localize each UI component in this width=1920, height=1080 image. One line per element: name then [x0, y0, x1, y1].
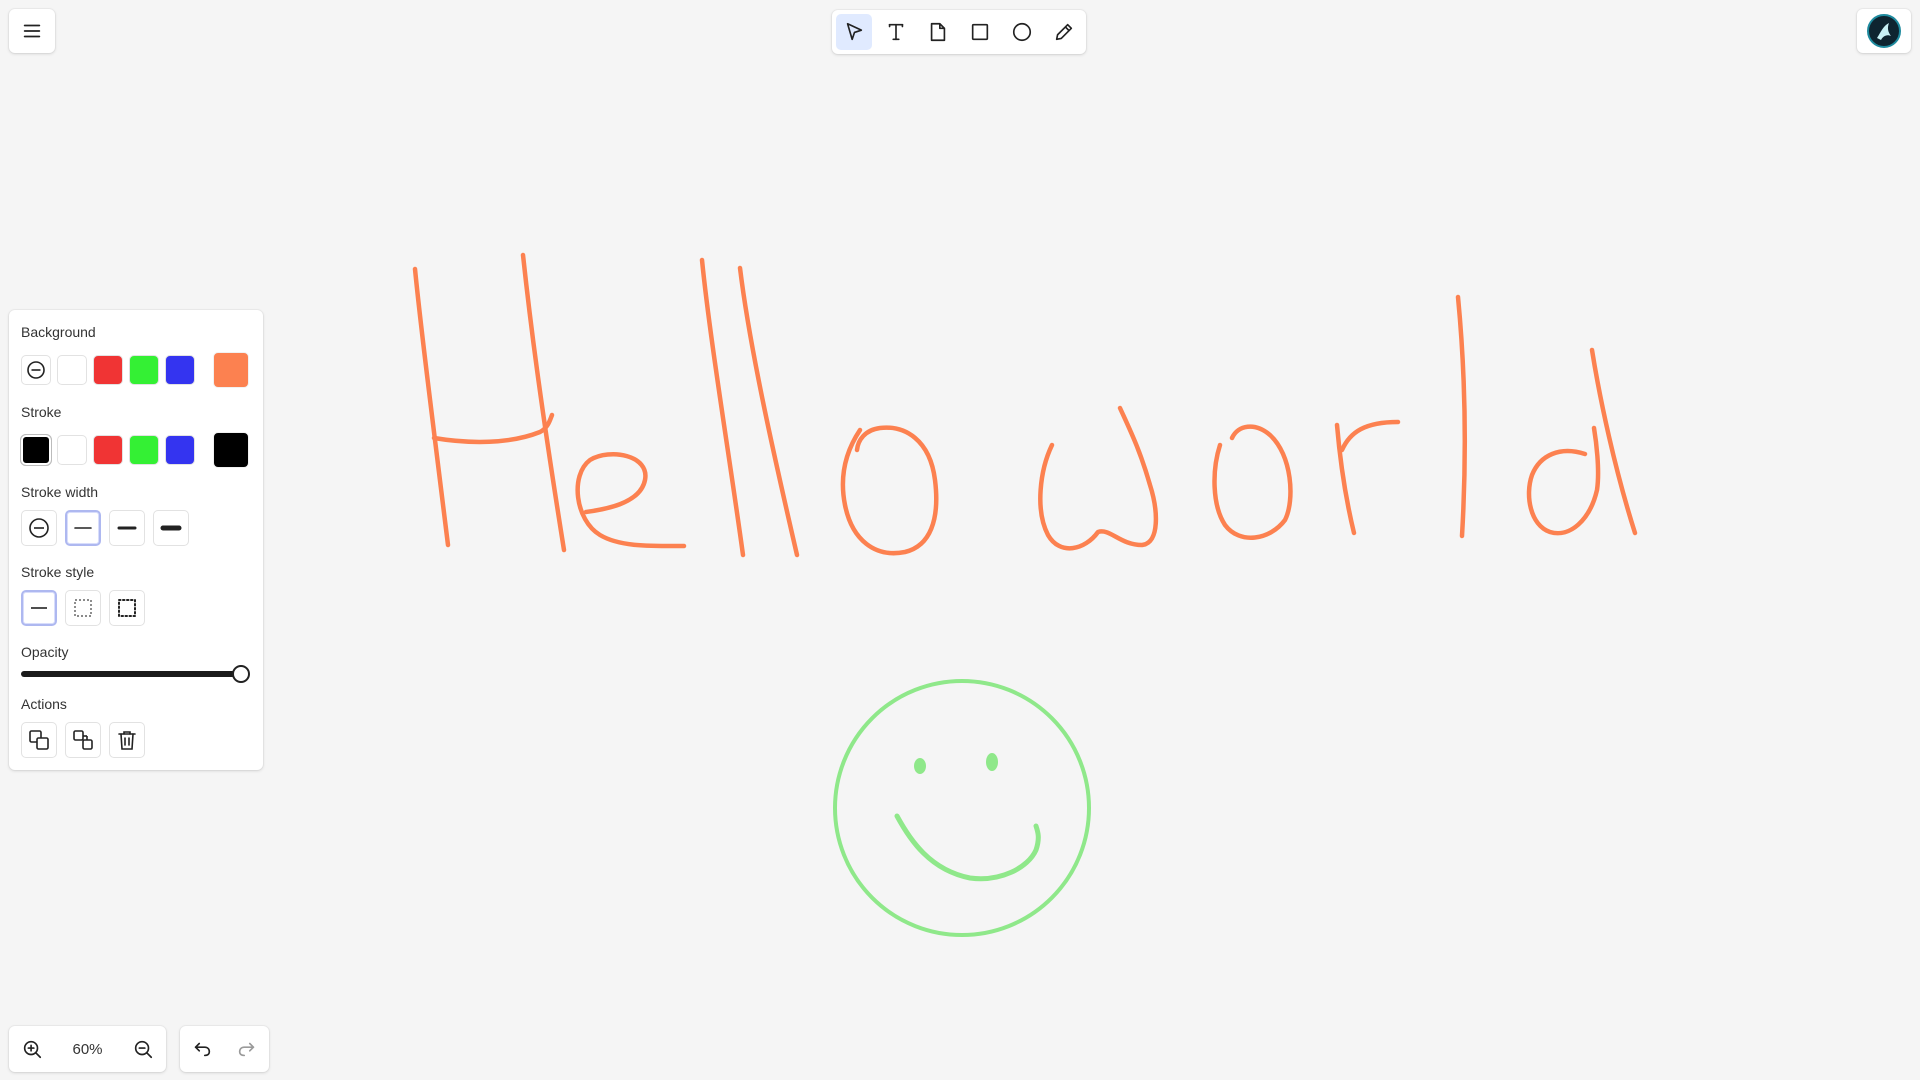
stroke-width-thin[interactable] [65, 510, 101, 546]
send-backward-button[interactable] [65, 722, 101, 758]
background-red-swatch[interactable] [93, 355, 123, 385]
zoom-level[interactable]: 60% [64, 1041, 112, 1058]
opacity-slider[interactable] [21, 665, 250, 683]
stroke-width-thick[interactable] [153, 510, 189, 546]
circle-icon [1012, 22, 1032, 42]
dashed-square-icon [74, 599, 92, 617]
smiley-face-outline[interactable] [833, 679, 1091, 937]
stroke-h-right[interactable] [520, 252, 567, 553]
smiley-left-eye[interactable] [914, 758, 926, 774]
stroke-w[interactable] [1038, 405, 1159, 551]
no-fill-icon [27, 361, 45, 379]
stroke-l3[interactable] [1455, 294, 1468, 539]
tool-rectangle[interactable] [962, 14, 998, 50]
zoom-out-button[interactable] [125, 1031, 161, 1067]
stroke-d-bowl[interactable] [1526, 425, 1601, 536]
tool-draw[interactable] [1046, 14, 1082, 50]
trash-icon [118, 731, 136, 750]
stroke-r-arm[interactable] [1339, 419, 1401, 453]
tool-bar [832, 10, 1086, 54]
tool-ellipse[interactable] [1004, 14, 1040, 50]
stroke-blue-swatch[interactable] [165, 435, 195, 465]
drawing-canvas[interactable] [0, 0, 1920, 1080]
style-properties-panel: Background Stroke Stroke width Stroke st… [9, 310, 263, 770]
note-icon [930, 22, 946, 42]
stroke-style-label: Stroke style [21, 564, 95, 580]
background-current-color[interactable] [213, 352, 249, 388]
stroke-width-options [21, 510, 197, 546]
smiley-mouth[interactable] [894, 813, 1041, 882]
stroke-e[interactable] [575, 452, 687, 549]
thick-line-icon [160, 525, 182, 531]
background-none-swatch[interactable] [21, 355, 51, 385]
hamburger-menu-icon [23, 24, 41, 38]
text-icon [888, 23, 904, 41]
opacity-slider-thumb[interactable] [232, 665, 250, 683]
zoom-in-icon [23, 1040, 42, 1059]
tool-note[interactable] [920, 14, 956, 50]
bring-forward-icon [29, 730, 49, 750]
dotted-square-icon [118, 599, 136, 617]
redo-button[interactable] [229, 1031, 265, 1067]
background-green-swatch[interactable] [129, 355, 159, 385]
stroke-width-medium[interactable] [109, 510, 145, 546]
main-menu-button[interactable] [9, 9, 55, 53]
user-avatar-button[interactable] [1857, 9, 1911, 53]
redo-icon [238, 1042, 254, 1057]
stroke-green-swatch[interactable] [129, 435, 159, 465]
cursor-arrow-icon [846, 22, 863, 41]
background-blue-swatch[interactable] [165, 355, 195, 385]
stroke-label: Stroke [21, 404, 62, 420]
delete-button[interactable] [109, 722, 145, 758]
stroke-style-dotted[interactable] [109, 590, 145, 626]
stroke-l1[interactable] [699, 257, 746, 558]
pencil-icon [1055, 23, 1073, 41]
stroke-style-options [21, 590, 153, 626]
stroke-width-label: Stroke width [21, 484, 99, 500]
stroke-h-left[interactable] [412, 266, 451, 548]
zoom-in-button[interactable] [14, 1031, 50, 1067]
stroke-style-dashed[interactable] [65, 590, 101, 626]
smiley-right-eye[interactable] [986, 753, 998, 771]
no-stroke-icon [29, 518, 49, 538]
tool-select[interactable] [836, 14, 872, 50]
stroke-style-solid[interactable] [21, 590, 57, 626]
tool-text[interactable] [878, 14, 914, 50]
send-backward-icon [73, 730, 93, 750]
thin-line-icon [74, 527, 92, 529]
stroke-width-none[interactable] [21, 510, 57, 546]
zoom-out-icon [134, 1040, 153, 1059]
history-controls [180, 1026, 269, 1072]
stroke-black-swatch[interactable] [20, 434, 52, 466]
zoom-controls: 60% [9, 1026, 166, 1072]
stroke-red-swatch[interactable] [93, 435, 123, 465]
bring-forward-button[interactable] [21, 722, 57, 758]
actions-label: Actions [21, 696, 67, 712]
stroke-current-color[interactable] [213, 432, 249, 468]
avatar [1867, 14, 1901, 48]
actions-row [21, 722, 153, 758]
solid-line-icon [31, 607, 47, 609]
stroke-l2[interactable] [737, 265, 800, 558]
stroke-h-bar[interactable] [431, 412, 555, 445]
stroke-swatches [20, 432, 255, 468]
stroke-o[interactable] [840, 425, 939, 556]
undo-icon [195, 1042, 211, 1057]
medium-line-icon [117, 526, 137, 530]
undo-button[interactable] [184, 1031, 220, 1067]
square-icon [971, 23, 989, 41]
opacity-label: Opacity [21, 644, 69, 660]
stroke-d-stem[interactable] [1589, 347, 1638, 536]
background-swatches [21, 352, 255, 388]
background-label: Background [21, 324, 96, 340]
stroke-o2[interactable] [1212, 424, 1293, 540]
stroke-white-swatch[interactable] [57, 435, 87, 465]
background-white-swatch[interactable] [57, 355, 87, 385]
